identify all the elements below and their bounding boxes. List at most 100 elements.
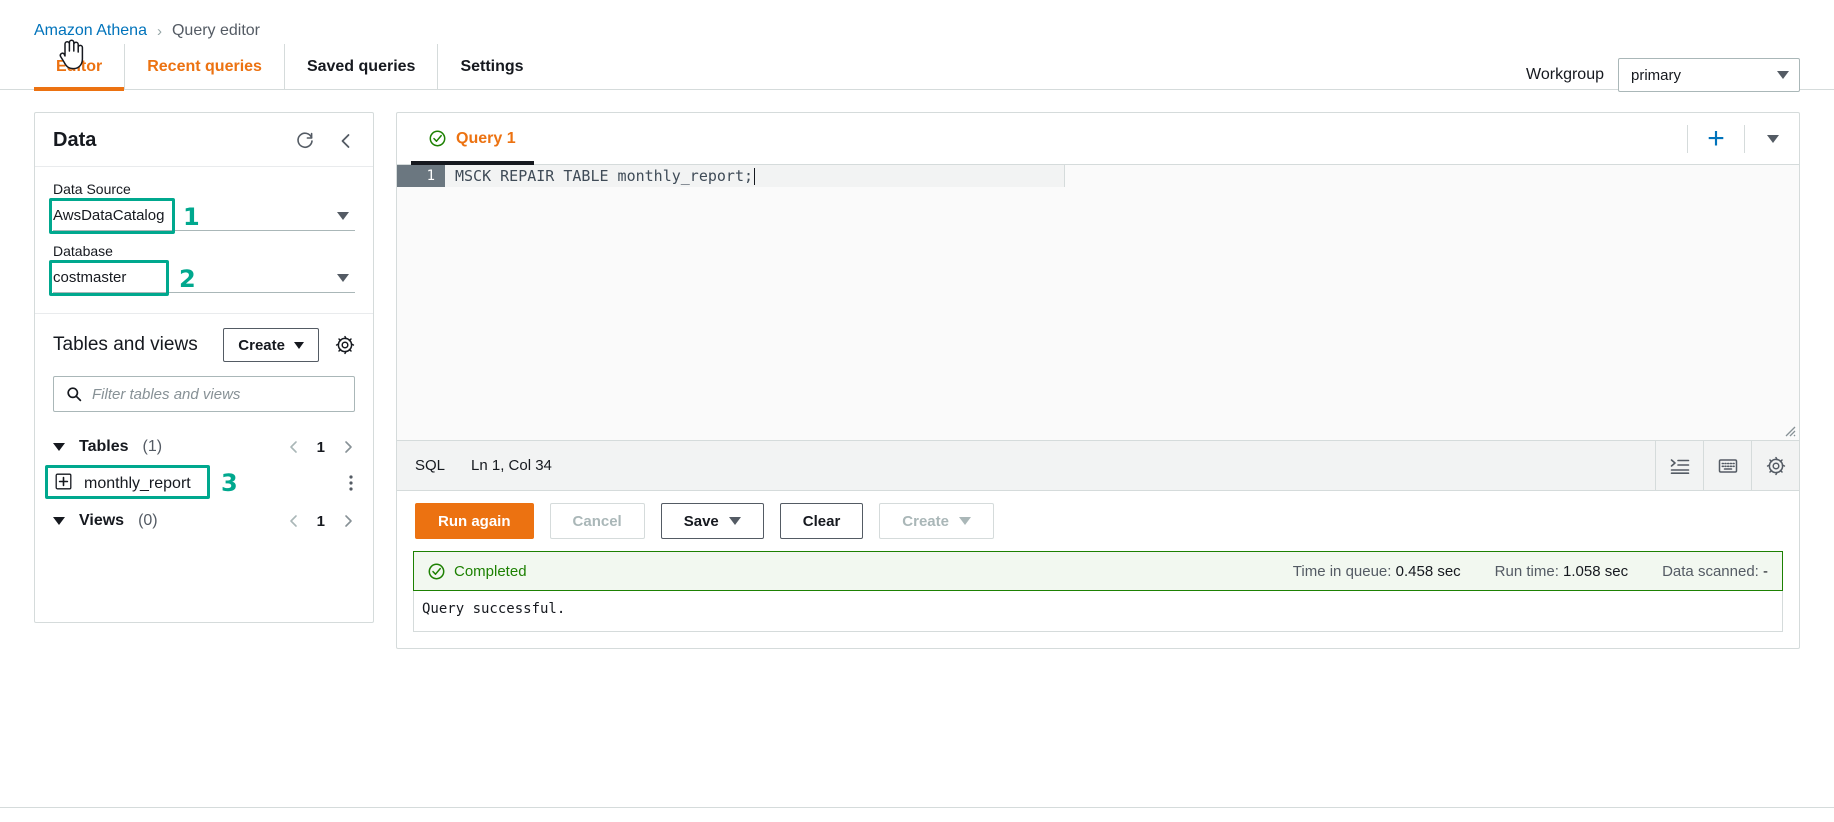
views-page-number[interactable]: 1 (317, 513, 325, 530)
search-icon (67, 387, 82, 402)
data-source-dropdown[interactable]: AwsDataCatalog (53, 201, 355, 231)
editor-gutter: 1 (397, 165, 445, 440)
cancel-button-label: Cancel (572, 512, 622, 530)
refresh-icon[interactable] (295, 131, 315, 151)
tab-recent-queries[interactable]: Recent queries (125, 44, 285, 90)
data-sidebar: Data Data Source AwsDataCatalog 1 Databa… (34, 112, 374, 623)
chevron-down-icon (728, 517, 741, 525)
editor-status-bar: SQL Ln 1, Col 34 (397, 441, 1799, 491)
pagination-next-icon[interactable] (341, 440, 355, 454)
metric-time-in-queue-value: 0.458 sec (1395, 562, 1461, 580)
sql-statement-text: MSCK REPAIR TABLE monthly_report; (455, 167, 754, 185)
editor-resize-grip[interactable] (1782, 423, 1796, 437)
metric-time-in-queue: Time in queue: 0.458 sec (1293, 563, 1461, 580)
run-again-button[interactable]: Run again (415, 503, 534, 539)
clear-button[interactable]: Clear (779, 503, 864, 539)
sidebar-title: Data (53, 129, 97, 151)
caret-down-icon[interactable] (53, 517, 65, 525)
editor-cursor-position: Ln 1, Col 34 (471, 457, 552, 474)
tables-group-header[interactable]: Tables (1) 1 (53, 428, 355, 466)
filter-tables-placeholder: Filter tables and views (92, 385, 241, 403)
metric-data-scanned-label: Data scanned: (1662, 562, 1759, 580)
pagination-prev-icon[interactable] (287, 440, 301, 454)
database-label: Database (53, 243, 113, 259)
check-circle-icon (428, 563, 445, 579)
pagination-next-icon[interactable] (341, 514, 355, 528)
query-editor-panel: Query 1 + 1 MSCK REPAIR TABLE monthly_re… (396, 112, 1800, 649)
table-row[interactable]: monthly_report 3 (45, 465, 355, 502)
pagination-prev-icon[interactable] (287, 514, 301, 528)
kebab-dots (349, 474, 353, 491)
filter-tables-input[interactable]: Filter tables and views (53, 376, 355, 412)
metric-run-time-value: 1.058 sec (1563, 562, 1629, 580)
breadcrumb-current: Query editor (171, 22, 261, 39)
data-source-section: Data Source AwsDataCatalog 1 Database co… (35, 167, 373, 314)
workgroup-dropdown[interactable]: primary (1618, 58, 1800, 92)
tab-saved-queries-label: Saved queries (306, 58, 416, 75)
breadcrumb-root-link[interactable]: Amazon Athena (34, 22, 147, 40)
views-pagination: 1 (287, 513, 355, 530)
expand-table-plus-box-icon[interactable] (55, 473, 72, 495)
tab-recent-queries-label: Recent queries (147, 58, 262, 75)
workgroup-selector: Workgroup primary (1526, 58, 1800, 92)
sql-code-editor[interactable]: 1 MSCK REPAIR TABLE monthly_report; (397, 165, 1799, 441)
clear-button-label: Clear (802, 512, 841, 530)
chevron-down-icon (337, 211, 349, 220)
query-tab-label: Query 1 (456, 129, 516, 147)
data-source-field: AwsDataCatalog 1 (49, 198, 355, 234)
tables-and-views-section: Tables and views Create Filter tables an… (35, 314, 373, 622)
tables-and-views-header: Tables and views Create (53, 328, 355, 362)
table-kebab-menu-icon[interactable] (349, 474, 353, 495)
query-result-message: Query successful. (413, 591, 1783, 632)
query-tab-query-1[interactable]: Query 1 (411, 113, 534, 165)
annotation-number-3: 3 (221, 469, 238, 497)
create-result-button: Create (879, 503, 994, 539)
gear-icon[interactable] (335, 335, 355, 355)
caret-down-icon[interactable] (53, 443, 65, 451)
metric-time-in-queue-label: Time in queue: (1292, 562, 1392, 580)
format-indent-icon[interactable] (1655, 441, 1703, 490)
database-dropdown[interactable]: costmaster (53, 263, 355, 293)
chevron-down-icon (1777, 71, 1789, 79)
views-group-count: (0) (138, 512, 158, 529)
editor-settings-gear-icon[interactable] (1751, 441, 1799, 490)
create-button-label: Create (238, 336, 285, 354)
collapse-sidebar-chevron-left-icon[interactable] (337, 132, 355, 150)
query-metrics: Time in queue: 0.458 sec Run time: 1.058… (1293, 563, 1768, 580)
main-content: Data Data Source AwsDataCatalog 1 Databa… (0, 90, 1834, 649)
add-query-tab-plus-icon[interactable]: + (1690, 123, 1742, 154)
chevron-down-icon (294, 341, 304, 349)
cancel-button: Cancel (549, 503, 645, 539)
completed-label: Completed (454, 562, 527, 580)
sidebar-header: Data (35, 113, 373, 167)
editor-language-label: SQL (415, 457, 446, 474)
breadcrumb: Amazon Athena › Query editor (0, 0, 1834, 44)
tab-settings-label: Settings (460, 58, 524, 75)
tab-saved-queries[interactable]: Saved queries (285, 44, 439, 90)
chevron-down-icon (337, 273, 349, 282)
tables-pagination: 1 (287, 439, 355, 456)
metric-data-scanned: Data scanned: - (1662, 563, 1768, 580)
editor-code-column: MSCK REPAIR TABLE monthly_report; (445, 165, 1799, 440)
check-circle-icon (429, 130, 446, 147)
save-button[interactable]: Save (660, 503, 764, 539)
workgroup-label: Workgroup (1526, 66, 1604, 83)
chevron-down-icon (959, 517, 971, 525)
tab-settings[interactable]: Settings (438, 44, 545, 90)
views-group-label: Views (79, 512, 125, 529)
code-line-1[interactable]: MSCK REPAIR TABLE monthly_report; (445, 165, 1065, 187)
tables-and-views-title: Tables and views (53, 334, 198, 355)
create-button[interactable]: Create (223, 328, 319, 362)
query-tab-bar: Query 1 + (397, 113, 1799, 165)
metric-data-scanned-value: - (1763, 562, 1768, 580)
query-tabs-menu-caret-down-icon[interactable] (1747, 134, 1799, 143)
create-result-button-label: Create (902, 512, 949, 530)
database-value: costmaster (53, 269, 127, 286)
workgroup-value: primary (1631, 66, 1682, 84)
line-number: 1 (397, 165, 445, 187)
tables-page-number[interactable]: 1 (317, 439, 325, 456)
keyboard-icon[interactable] (1703, 441, 1751, 490)
views-group-header[interactable]: Views (0) 1 (53, 502, 355, 540)
metric-run-time: Run time: 1.058 sec (1495, 563, 1628, 580)
metric-run-time-label: Run time: (1494, 562, 1559, 580)
